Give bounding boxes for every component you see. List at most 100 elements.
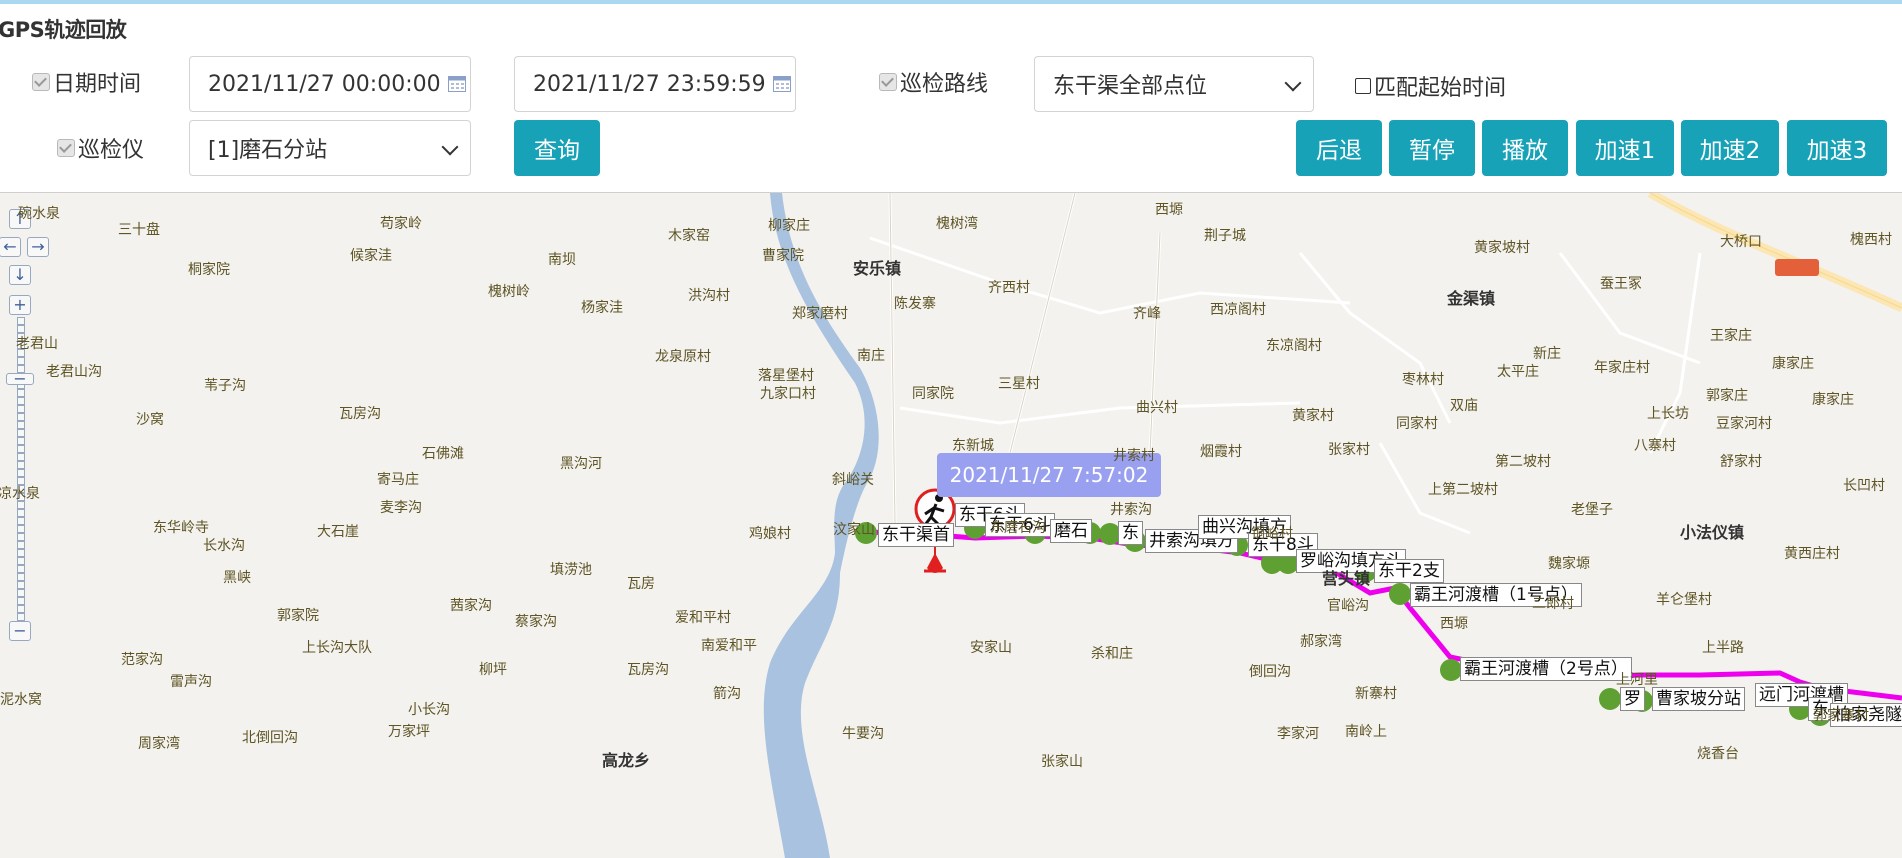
place-label: 新庄 — [1533, 346, 1561, 362]
place-label: 枣林村 — [1402, 372, 1444, 388]
point-label[interactable]: 曹家坡分站 — [1652, 687, 1745, 711]
device-filter[interactable]: 巡检仪 — [57, 128, 144, 168]
place-label: 郭家寨村 — [1813, 708, 1869, 724]
calendar-icon[interactable] — [773, 75, 791, 92]
place-label: 郝家湾 — [1300, 634, 1342, 650]
place-label: 万家坪 — [388, 724, 430, 740]
place-label: 上长沟大队 — [302, 640, 372, 656]
point-label[interactable]: 东干2支 — [1374, 559, 1444, 583]
place-label: 铜峪村 — [1251, 526, 1293, 542]
place-label: 瓦房沟 — [627, 662, 669, 678]
zoom-slider-handle[interactable]: − — [6, 371, 34, 387]
place-label: 龙泉原村 — [655, 349, 711, 365]
place-label: 郑家磨村 — [792, 306, 848, 322]
match-start-time-checkbox[interactable] — [1355, 78, 1371, 94]
point-label[interactable]: 东干渠首 — [878, 523, 954, 547]
place-label: 豆家河村 — [1716, 416, 1772, 432]
route-filter[interactable]: 巡检路线 — [879, 62, 988, 102]
zoom-slider-track[interactable] — [17, 317, 25, 621]
place-label: 安家山 — [970, 640, 1012, 656]
point-label[interactable]: 东 — [1118, 521, 1143, 545]
end-datetime-input[interactable]: 2021/11/27 23:59:59 — [514, 56, 796, 112]
place-label: 牛要沟 — [842, 726, 884, 742]
route-checkbox[interactable] — [879, 73, 897, 91]
place-label: 泥水窝 — [0, 692, 42, 708]
place-label: 齐西村 — [988, 280, 1030, 296]
chevron-down-icon — [441, 138, 459, 156]
device-label: 巡检仪 — [78, 138, 145, 163]
g310-shield-icon — [1775, 259, 1819, 276]
back-button[interactable]: 后退 — [1296, 120, 1382, 176]
play-button[interactable]: 播放 — [1482, 120, 1568, 176]
datetime-label: 日期时间 — [53, 72, 142, 97]
zoom-out-icon[interactable]: − — [9, 621, 31, 641]
place-label: 苟家岭 — [380, 216, 422, 232]
place-label: 西塬 — [1155, 202, 1183, 218]
place-label: 陈发寨 — [894, 296, 936, 312]
speed1-button[interactable]: 加速1 — [1576, 120, 1674, 176]
track-point — [1440, 659, 1462, 681]
place-label: 八寨村 — [1634, 438, 1676, 454]
place-label: 东磨石沟 — [990, 520, 1046, 536]
track-point — [1389, 583, 1411, 605]
route-select[interactable]: 东干渠全部点位 — [1034, 56, 1314, 112]
place-label: 上长坊 — [1647, 406, 1689, 422]
place-label: 郭家庄 — [1706, 388, 1748, 404]
point-label[interactable]: 罗 — [1620, 687, 1645, 711]
place-label: 斜峪关 — [832, 472, 874, 488]
zoom-control[interactable]: ↑ ← → ↓ + − − — [0, 209, 49, 729]
query-button[interactable]: 查询 — [514, 120, 600, 176]
place-label: 瓦房 — [627, 576, 655, 592]
place-label: 麦李沟 — [380, 500, 422, 516]
speed2-button[interactable]: 加速2 — [1681, 120, 1779, 176]
pause-button[interactable]: 暂停 — [1389, 120, 1475, 176]
town-label: 安乐镇 — [853, 259, 902, 278]
place-label: 黑峡 — [223, 570, 251, 586]
place-label: 二郎村 — [1532, 596, 1574, 612]
town-label: 小法仪镇 — [1680, 523, 1745, 542]
town-label: 营头镇 — [1322, 569, 1371, 588]
place-label: 张家山 — [1041, 754, 1083, 770]
place-label: 九家口村 — [760, 386, 816, 402]
place-label: 落星堡村 — [758, 368, 814, 384]
start-datetime-input[interactable]: 2021/11/27 00:00:00 — [189, 56, 471, 112]
speed3-button[interactable]: 加速3 — [1787, 120, 1887, 176]
pan-down-icon[interactable]: ↓ — [9, 265, 31, 285]
pan-right-icon[interactable]: → — [27, 237, 49, 257]
place-label: 槐树湾 — [936, 216, 978, 232]
place-label: 柳坪 — [479, 662, 507, 678]
point-label[interactable]: 霸王河渡槽（2号点） — [1460, 657, 1632, 681]
place-label: 老君山沟 — [46, 364, 102, 380]
place-label: 新寨村 — [1355, 686, 1397, 702]
route-label: 巡检路线 — [900, 72, 989, 97]
device-select[interactable]: [1]磨石分站 — [189, 120, 471, 176]
place-label: 黄家村 — [1292, 408, 1334, 424]
place-label: 箭沟 — [713, 686, 741, 702]
place-label: 南坝 — [548, 252, 576, 268]
calendar-icon[interactable] — [448, 75, 466, 92]
place-label: 王家庄 — [1710, 328, 1752, 344]
datetime-checkbox[interactable] — [32, 73, 50, 91]
place-label: 郭家院 — [277, 608, 319, 624]
zoom-in-icon[interactable]: + — [9, 295, 31, 315]
map-view[interactable]: ↑ ← → ↓ + − − 2021/11/27 7:57:02 东干渠首 东干… — [0, 192, 1902, 858]
place-label: 曲兴村 — [1136, 400, 1178, 416]
place-label: 雷声沟 — [170, 674, 212, 690]
datetime-filter[interactable]: 日期时间 — [32, 62, 141, 102]
place-label: 大桥口 — [1720, 234, 1762, 250]
match-start-time-filter[interactable]: 匹配起始时间 — [1355, 66, 1506, 106]
point-label[interactable]: 磨石 — [1050, 519, 1092, 543]
place-label: 鸡娘村 — [749, 526, 791, 542]
place-label: 羊仑堡村 — [1656, 592, 1712, 608]
end-datetime-value: 2021/11/27 23:59:59 — [533, 71, 766, 97]
place-label: 长凹村 — [1843, 478, 1885, 494]
place-label: 烧香台 — [1697, 746, 1739, 762]
place-label: 桐家院 — [188, 262, 230, 278]
pan-left-icon[interactable]: ← — [0, 237, 21, 257]
place-label: 舒家村 — [1720, 454, 1762, 470]
device-checkbox[interactable] — [57, 139, 75, 157]
place-label: 杀和庄 — [1091, 646, 1133, 662]
place-label: 槐西村 — [1850, 232, 1892, 248]
place-label: 沙窝 — [136, 412, 164, 428]
match-start-time-label: 匹配起始时间 — [1374, 76, 1507, 101]
